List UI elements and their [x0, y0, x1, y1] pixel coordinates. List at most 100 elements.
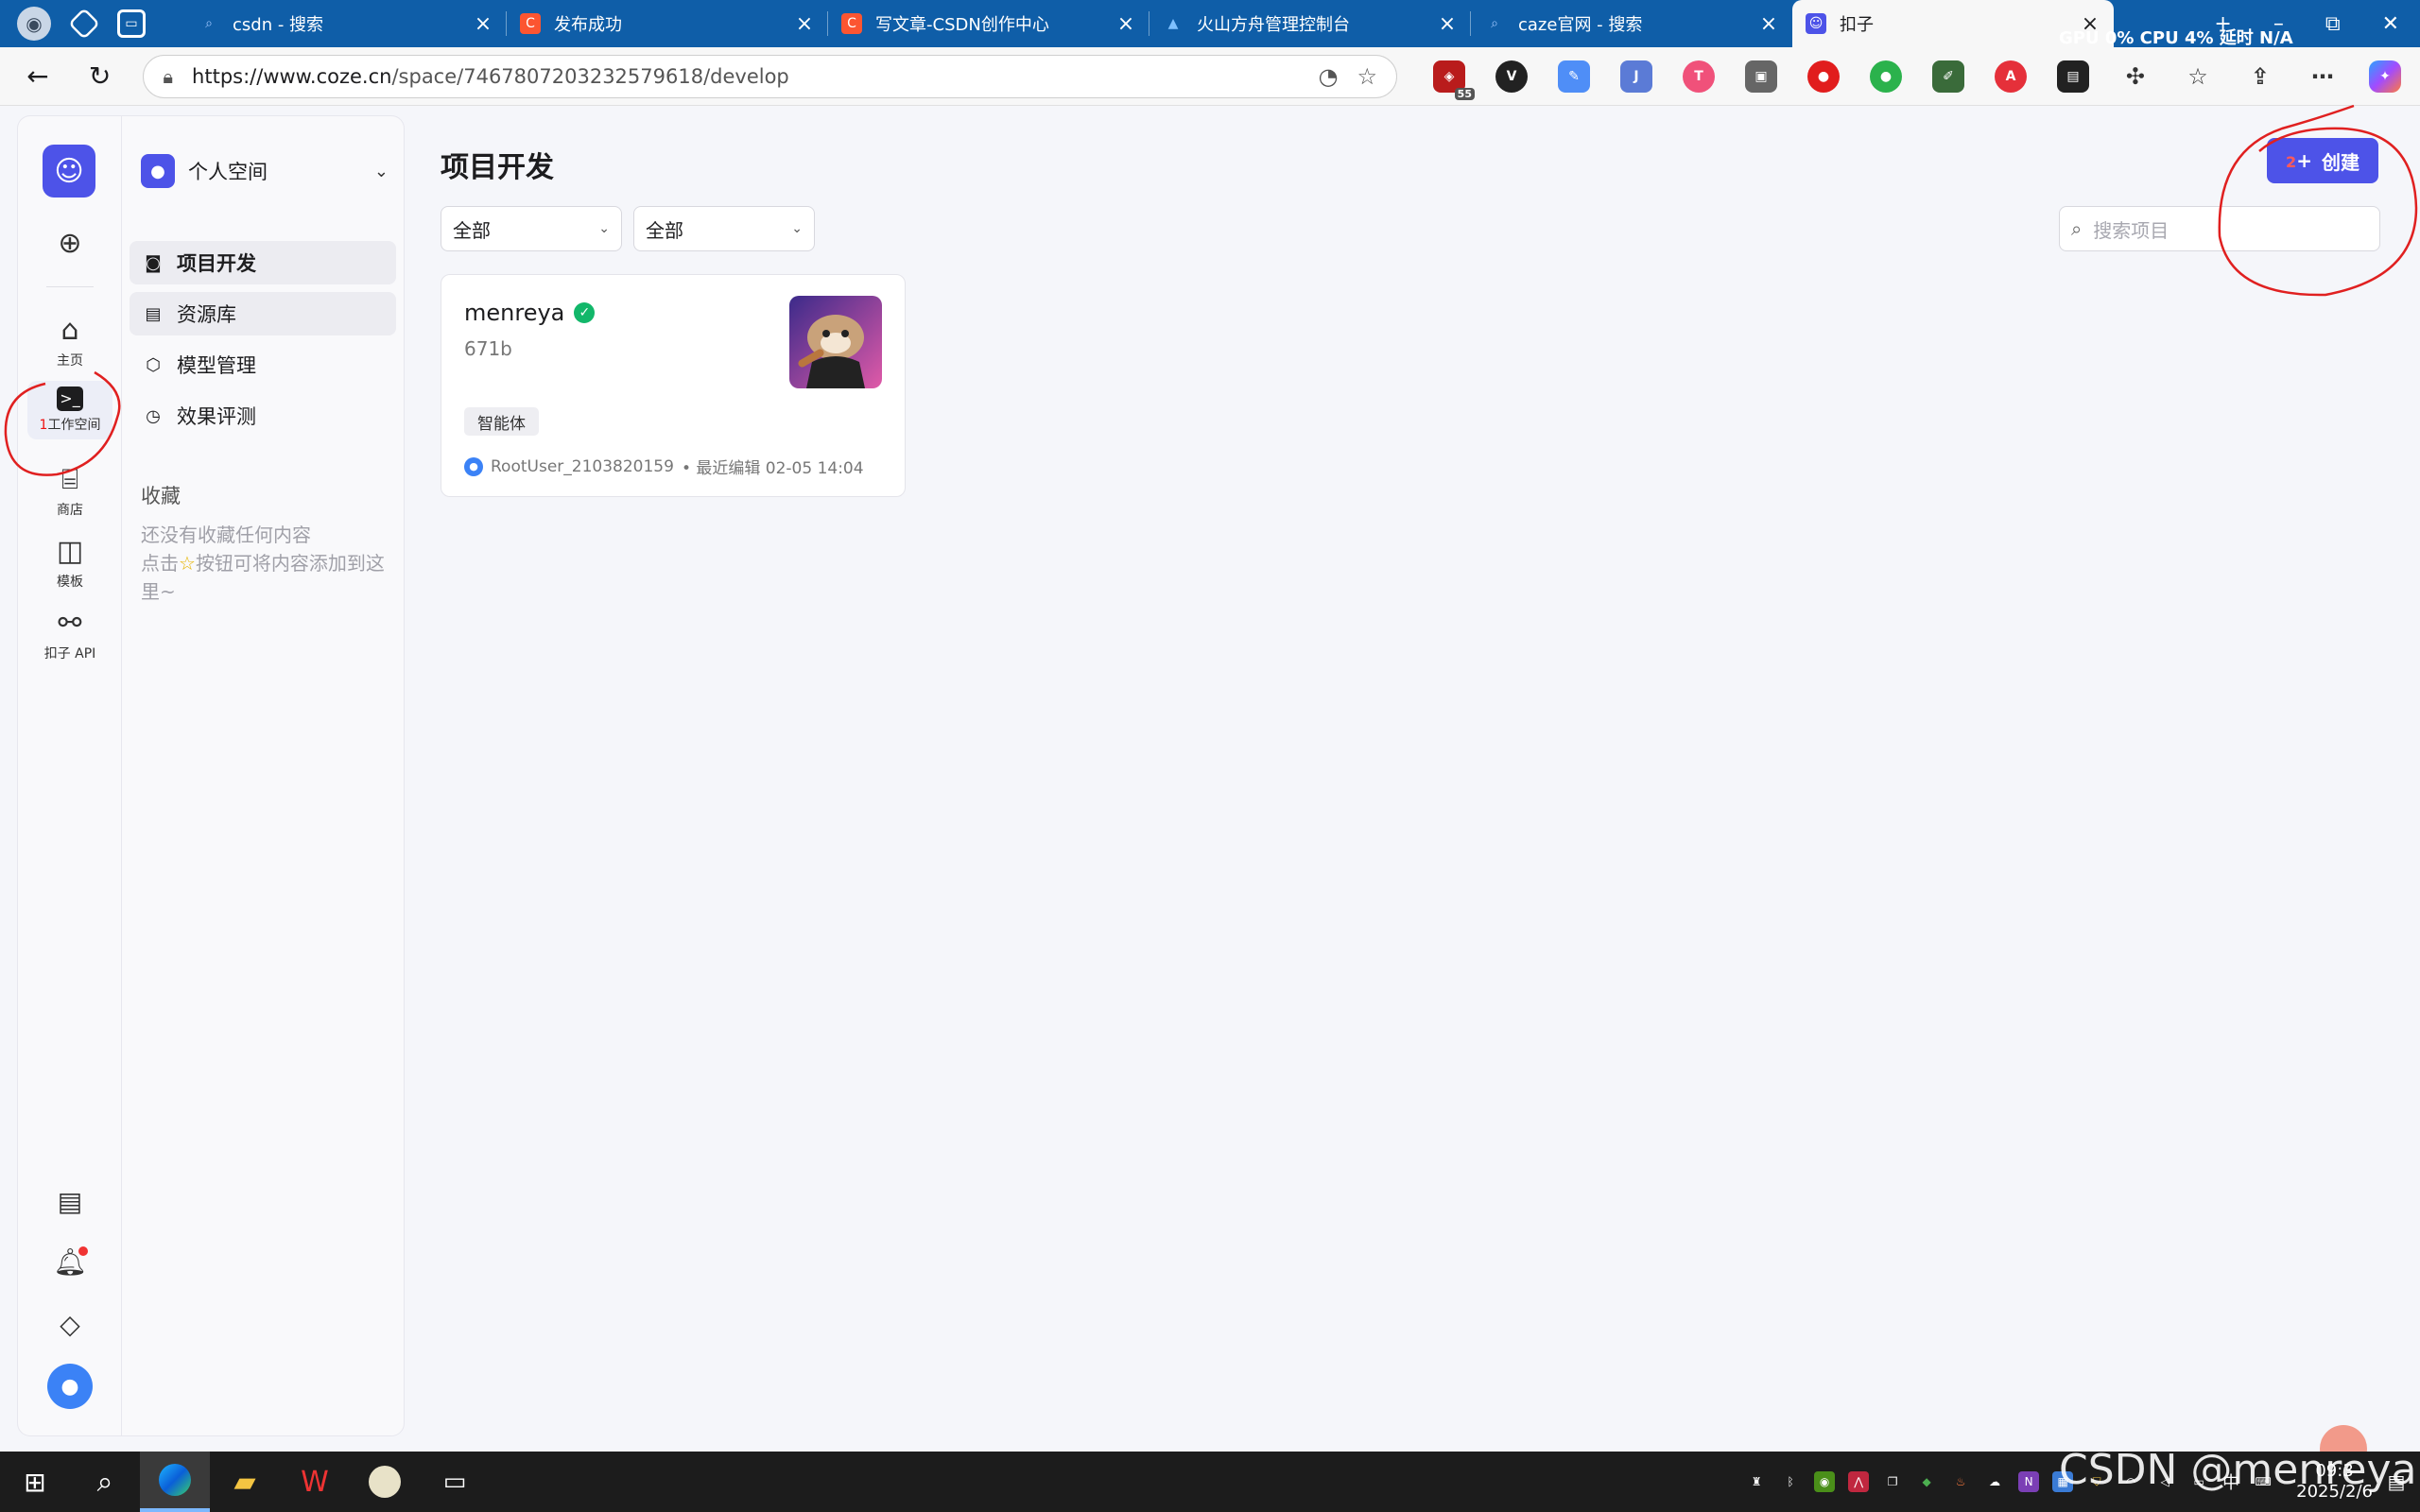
close-window-icon[interactable]: ✕	[2382, 12, 2399, 36]
browser-tab-bar: ◉ ▭ ⌕ csdn - 搜索 × C 发布成功 × C 写文章-CSDN创作中…	[0, 0, 2420, 47]
rail-item-label: 扣子 API	[43, 646, 96, 662]
search-icon[interactable]: ⌕	[70, 1452, 140, 1512]
create-label: 创建	[2321, 150, 2360, 174]
windows-start-icon[interactable]: ⊞	[0, 1452, 70, 1512]
copilot-icon[interactable]: ✦	[2368, 60, 2401, 93]
extensions-puzzle-icon[interactable]: ✣	[2119, 60, 2152, 93]
menu-item-label: 效果评测	[177, 405, 256, 428]
performance-overlay: GPU 0% CPU 4% 延时 N/A	[2059, 28, 2293, 48]
extension-vd-icon[interactable]: V	[1495, 60, 1528, 93]
tray-app-icon[interactable]: ♜	[1746, 1471, 1767, 1492]
tray-fire-icon[interactable]: ♨	[1950, 1471, 1971, 1492]
vertical-tabs-icon[interactable]: ▭	[117, 9, 146, 38]
search-input[interactable]: ⌕ 搜索项目	[2059, 206, 2380, 251]
extension-pen-icon[interactable]: ✐	[1931, 60, 1964, 93]
menu-item-evaluation[interactable]: ◷ 效果评测	[130, 394, 396, 438]
tray-shield-icon[interactable]: ◆	[1916, 1471, 1937, 1492]
extension-game-icon[interactable]: ▣	[1744, 60, 1777, 93]
project-meta: ● RootUser_2103820159 • 最近编辑 02-05 14:04	[464, 455, 864, 478]
favorites-icon[interactable]: ☆	[2182, 60, 2214, 93]
edge-browser-icon[interactable]	[140, 1452, 210, 1512]
app-circle-icon[interactable]	[350, 1452, 420, 1512]
extension-chart-icon[interactable]: ▤	[2056, 60, 2089, 93]
close-icon[interactable]: ×	[794, 12, 815, 36]
browser-tab-5[interactable]: ⌕ caze官网 - 搜索 ×	[1471, 0, 1792, 47]
close-icon[interactable]: ×	[1437, 12, 1458, 36]
extension-jh-icon[interactable]: J	[1619, 60, 1652, 93]
docs-icon[interactable]: ▤	[18, 1186, 122, 1217]
favorite-star-icon[interactable]: ☆	[1357, 63, 1377, 90]
rail-item-workspace[interactable]: >_ 1工作空间	[27, 381, 112, 439]
workspaces-icon[interactable]	[68, 8, 100, 40]
status-filter-select[interactable]: 全部 ⌄	[633, 206, 815, 251]
tab-title: 火山方舟管理控制台	[1197, 15, 1350, 35]
extension-abp-icon[interactable]: A	[1994, 60, 2027, 93]
rail-item-store[interactable]: ⌸ 商店	[27, 464, 112, 519]
menu-item-label: 资源库	[177, 303, 236, 326]
read-aloud-icon[interactable]: ◔	[1319, 63, 1339, 90]
coze-logo-icon[interactable]: ☺	[43, 145, 95, 198]
type-filter-select[interactable]: 全部 ⌄	[441, 206, 622, 251]
url-field[interactable]: 🔒︎ https://www.coze.cn/space/74678072032…	[143, 54, 1397, 98]
tray-bluetooth-icon[interactable]: ᛒ	[1780, 1471, 1801, 1492]
browser-tab-2[interactable]: C 发布成功 ×	[507, 0, 828, 47]
star-icon: ☆	[179, 552, 196, 575]
create-button[interactable]: 2+ 创建	[2267, 138, 2378, 183]
close-icon[interactable]: ×	[1115, 12, 1136, 36]
restore-icon[interactable]: ⧉	[2325, 12, 2341, 36]
create-plus-button[interactable]: ⊕	[27, 228, 112, 260]
rail-item-home[interactable]: ⌂ 主页	[27, 315, 112, 369]
back-icon[interactable]: ←	[19, 60, 57, 92]
extension-feather-icon[interactable]: ✎	[1557, 60, 1590, 93]
browser-tab-1[interactable]: ⌕ csdn - 搜索 ×	[185, 0, 507, 47]
address-bar-row: ← ↻ 🔒︎ https://www.coze.cn/space/7467807…	[0, 47, 2420, 106]
menu-item-projects[interactable]: ◙ 项目开发	[130, 241, 396, 284]
tray-red-icon[interactable]: ⋀	[1848, 1471, 1870, 1492]
close-icon[interactable]: ×	[1758, 12, 1779, 36]
avatar-button[interactable]: ●	[18, 1364, 122, 1409]
tray-nvidia-icon[interactable]: ◉	[1814, 1471, 1836, 1492]
refresh-icon[interactable]: ↻	[81, 60, 119, 92]
tray-onenote-icon[interactable]: N	[2018, 1471, 2040, 1492]
tab-title: csdn - 搜索	[233, 15, 324, 35]
space-selector[interactable]: ● 个人空间 ⌄	[141, 145, 389, 198]
terminal-app-icon[interactable]: ▭	[420, 1452, 490, 1512]
rail-item-templates[interactable]: ◫ 模板	[27, 536, 112, 591]
page-title: 项目开发	[441, 151, 554, 184]
menu-item-models[interactable]: ⬡ 模型管理	[130, 343, 396, 387]
extension-green-icon[interactable]: ●	[1869, 60, 1902, 93]
more-icon[interactable]: ⋯	[2307, 60, 2339, 93]
rail-divider	[46, 286, 94, 287]
tray-copy-icon[interactable]: ❐	[1882, 1471, 1903, 1492]
menu-item-library[interactable]: ▤ 资源库	[130, 292, 396, 335]
extension-shield-icon[interactable]: ◈ 55	[1432, 60, 1475, 100]
rail-item-label: 模板	[57, 575, 83, 590]
lock-icon[interactable]: 🔒︎	[163, 65, 173, 88]
extension-red-icon[interactable]: ●	[1806, 60, 1840, 93]
left-rail: ☺ ⊕ ⌂ 主页 >_ 1工作空间 ⌸ 商店 ◫ 模板 ⚯ 扣子 API ▤ 🔔…	[17, 115, 121, 1436]
tray-cloud-icon[interactable]: ☁	[1984, 1471, 2005, 1492]
chevron-down-icon: ⌄	[791, 221, 803, 236]
notification-bell-icon[interactable]: 🔔︎	[18, 1246, 122, 1278]
api-icon: ⚯	[58, 607, 82, 640]
csdn-icon: C	[841, 13, 862, 34]
project-type-tag: 智能体	[464, 407, 539, 436]
browser-tab-3[interactable]: C 写文章-CSDN创作中心 ×	[828, 0, 1150, 47]
coze-icon: ☺	[1806, 13, 1826, 34]
project-card[interactable]: menreya ✓ 671b 智能体 ● RootUser_2103820159	[441, 274, 906, 497]
profile-icon[interactable]: ◉	[17, 7, 51, 41]
tab-title: caze官网 - 搜索	[1518, 15, 1643, 35]
store-icon: ⌸	[61, 463, 78, 496]
rail-item-api[interactable]: ⚯ 扣子 API	[27, 608, 112, 662]
volcano-icon: ▲	[1167, 16, 1179, 31]
project-owner: RootUser_2103820159	[491, 456, 674, 476]
close-icon[interactable]: ×	[473, 12, 493, 36]
browser-tab-4[interactable]: ▲ 火山方舟管理控制台 ×	[1150, 0, 1471, 47]
extension-t-icon[interactable]: T	[1682, 60, 1715, 93]
file-explorer-icon[interactable]: ▰	[210, 1452, 280, 1512]
space-name: 个人空间	[188, 161, 268, 183]
diamond-icon[interactable]: ◇	[18, 1309, 122, 1340]
share-icon[interactable]: ⇪	[2244, 60, 2276, 93]
wps-icon[interactable]: W	[280, 1452, 350, 1512]
url-text: https://www.coze.cn/space/74678072032325…	[192, 64, 789, 88]
